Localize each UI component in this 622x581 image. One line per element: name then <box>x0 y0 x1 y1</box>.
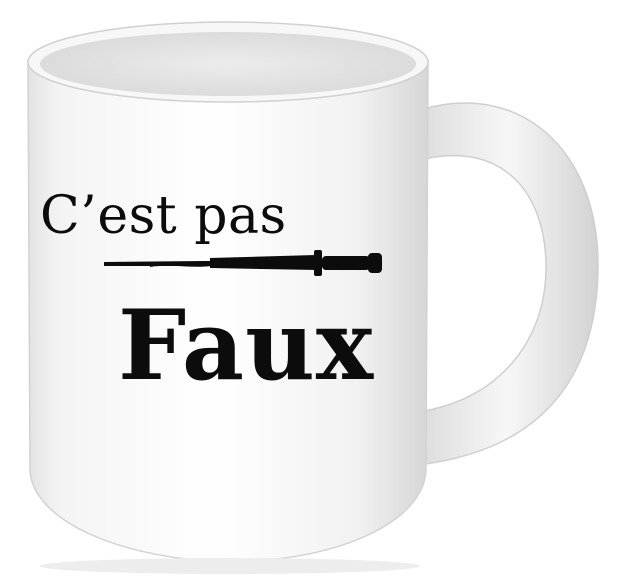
mug-illustration <box>27 21 599 574</box>
product-photo: C’est pas Faux <box>0 0 622 576</box>
mug-handle <box>417 102 599 466</box>
mug-text-line-2: Faux <box>118 289 375 402</box>
mug-text-line-1: C’est pas <box>40 186 287 246</box>
